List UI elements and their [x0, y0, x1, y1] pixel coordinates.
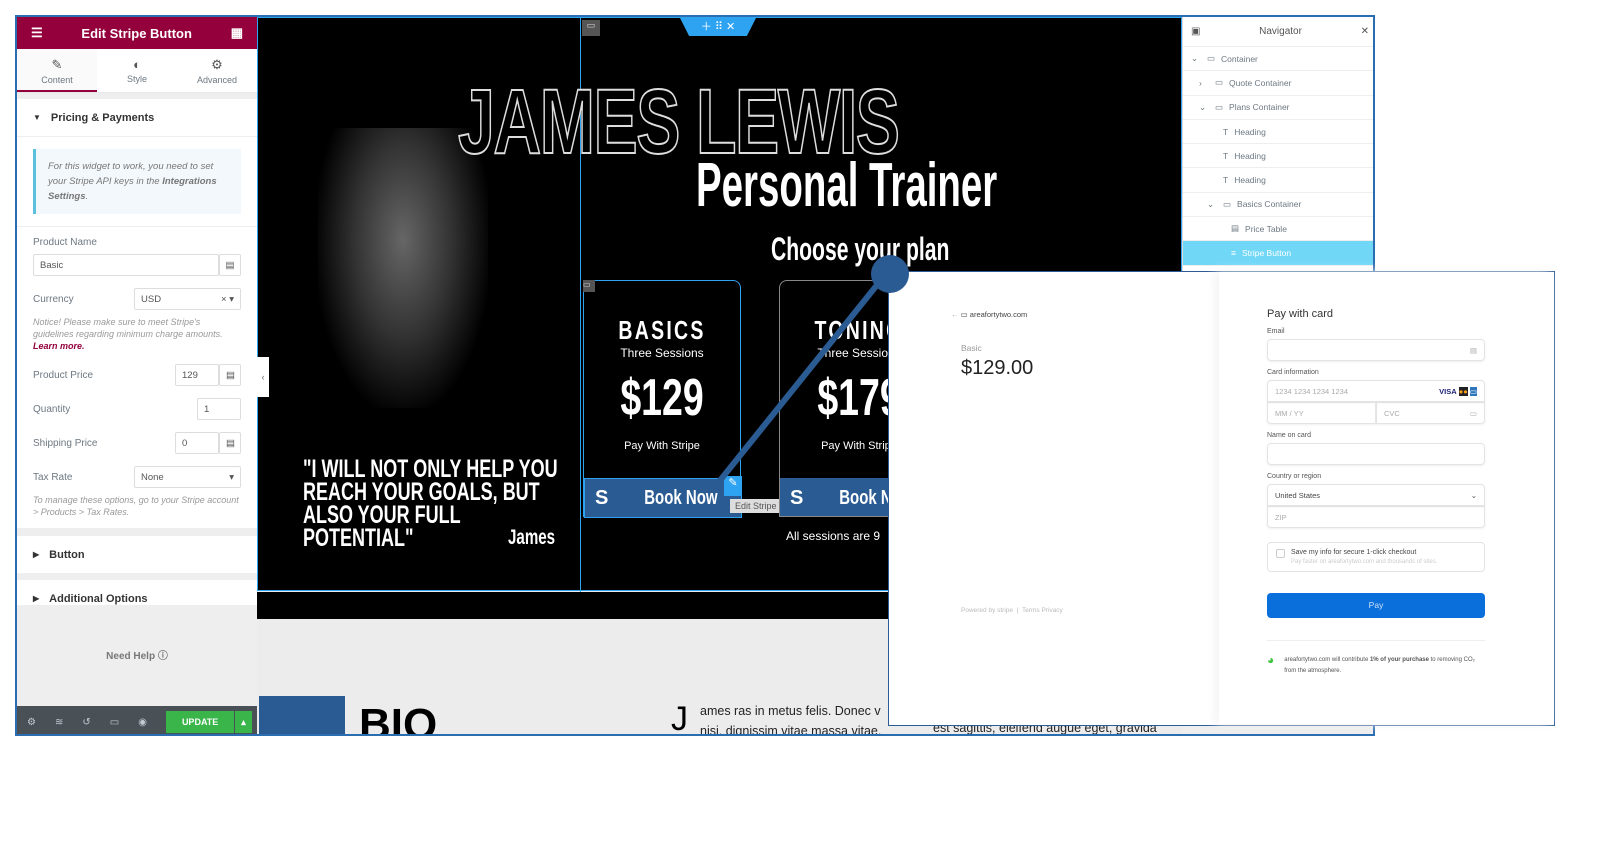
- card-brands-icon: VISA ●● ▭: [1439, 386, 1477, 396]
- pay-button[interactable]: Pay: [1267, 593, 1485, 618]
- product-name: Basic: [961, 343, 982, 353]
- cvc-placeholder: CVC: [1384, 408, 1400, 418]
- back-arrow-icon: ←: [951, 310, 959, 319]
- climate-notice: ◕ areafortytwo.com will contribute 1% of …: [1267, 640, 1485, 677]
- checkout-amount: $129.00: [961, 357, 1034, 379]
- country-label: Country or region: [1267, 473, 1322, 480]
- merchant-domain: areafortytwo.com: [969, 310, 1028, 319]
- expiry-input[interactable]: MM / YY: [1267, 402, 1376, 424]
- card-placeholder: 1234 1234 1234 1234: [1275, 386, 1348, 396]
- save-info-checkbox[interactable]: [1276, 549, 1285, 558]
- cvc-input[interactable]: CVC ▭: [1376, 402, 1485, 424]
- store-icon: ▭: [960, 310, 968, 319]
- connector-dot: [871, 255, 909, 293]
- email-label: Email: [1267, 328, 1285, 335]
- climate-text: areafortytwo.com will contribute: [1284, 657, 1370, 663]
- merchant-header[interactable]: ← ▭ areafortytwo.com: [951, 310, 1027, 319]
- country-value: United States: [1275, 490, 1321, 500]
- connector-line: [715, 273, 888, 485]
- terms-link[interactable]: Terms: [1022, 607, 1040, 614]
- contact-card-icon: ▤: [1469, 345, 1477, 355]
- powered-by-stripe[interactable]: Powered by stripe: [961, 607, 1013, 614]
- card-info-label: Card information: [1267, 369, 1319, 376]
- climate-bold: 1% of your purchase: [1369, 657, 1429, 663]
- save-info-label: Save my info for secure 1-click checkout: [1291, 549, 1417, 556]
- climate-leaf-icon: ◕: [1267, 653, 1275, 667]
- card-number-input[interactable]: 1234 1234 1234 1234 VISA ●● ▭: [1267, 380, 1485, 402]
- privacy-link[interactable]: Privacy: [1041, 607, 1062, 614]
- save-info-checkbox-row[interactable]: Save my info for secure 1-click checkout…: [1267, 542, 1485, 572]
- cvc-card-icon: ▭: [1469, 408, 1477, 418]
- name-on-card-label: Name on card: [1267, 432, 1311, 439]
- zip-input[interactable]: ZIP: [1267, 506, 1485, 528]
- stripe-checkout-popup: ← ▭ areafortytwo.com Basic $129.00 Power…: [888, 271, 1555, 726]
- email-input[interactable]: ▤: [1267, 339, 1485, 361]
- save-info-subtext: Pay faster on areafortytwo.com and thous…: [1291, 559, 1438, 565]
- name-on-card-input[interactable]: [1267, 443, 1485, 465]
- country-select[interactable]: United States ⌄: [1267, 484, 1485, 506]
- chevron-down-icon: ⌄: [1470, 490, 1477, 500]
- pay-with-card-title: Pay with card: [1267, 308, 1334, 320]
